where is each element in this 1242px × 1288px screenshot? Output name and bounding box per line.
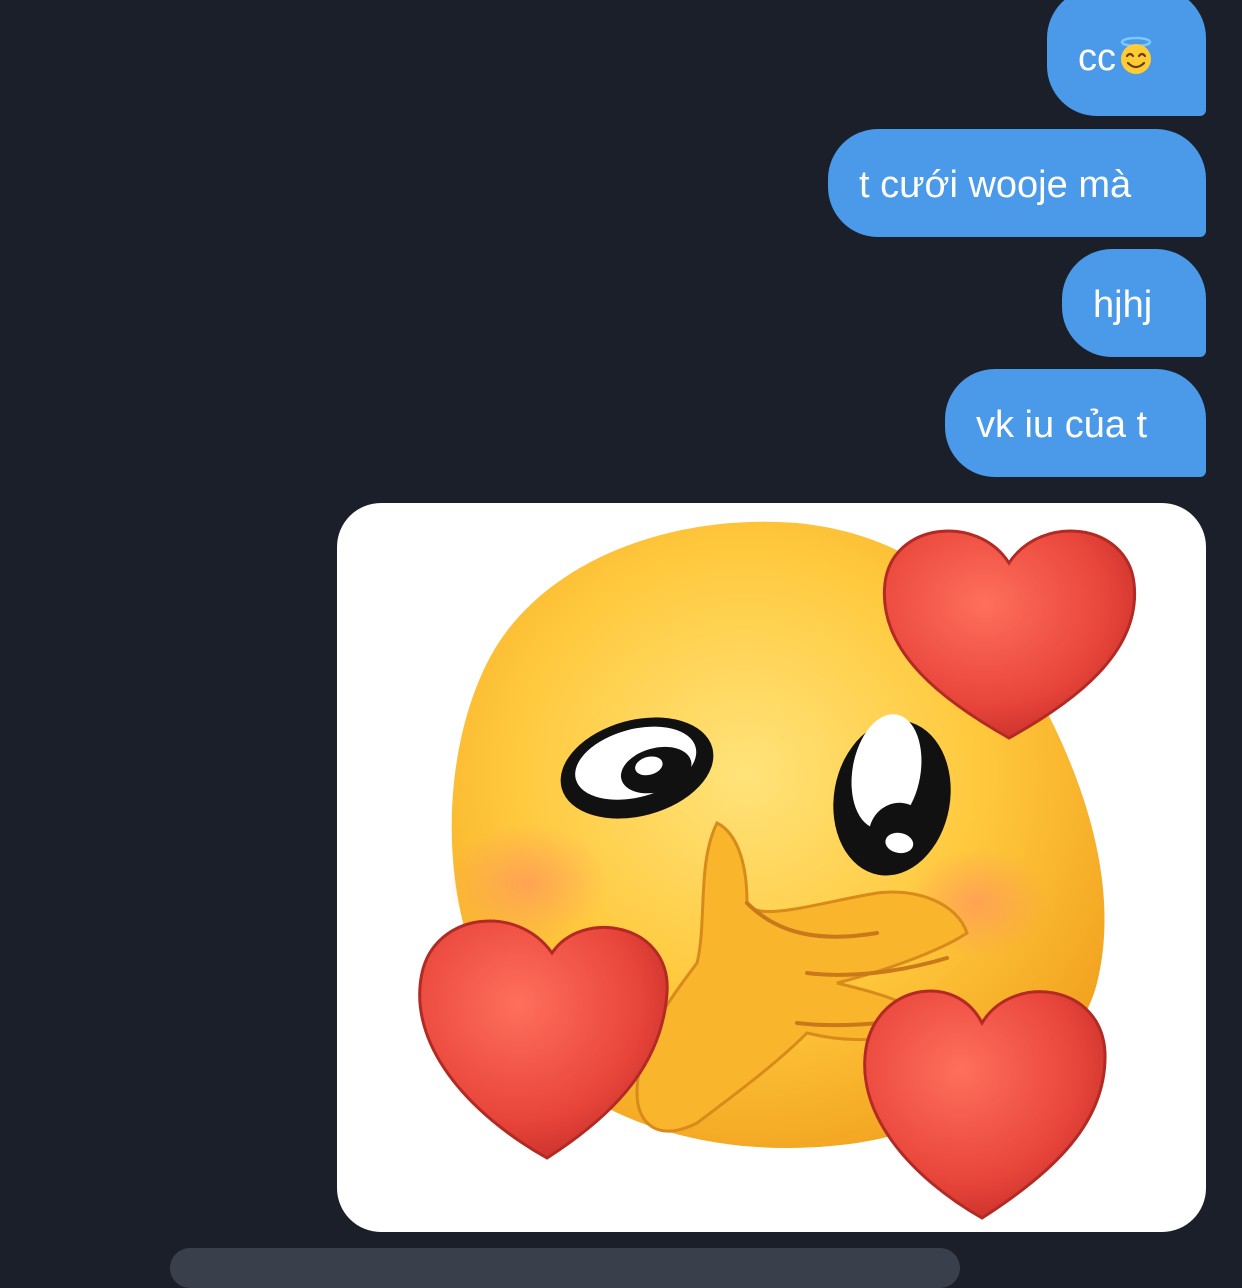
chat-thread: cc t cưới wooje mà hjhj vk iu của t	[0, 0, 1242, 1288]
sent-message-bubble[interactable]: cc	[1047, 0, 1206, 116]
pleading-emoji-with-hearts-image	[418, 521, 1137, 1220]
smiling-face-with-halo-icon	[1120, 36, 1152, 74]
sent-message-bubble[interactable]: hjhj	[1062, 249, 1206, 357]
message-text: vk iu của t	[976, 404, 1148, 446]
sent-message-bubble[interactable]: t cưới wooje mà	[828, 129, 1206, 237]
message-input-edge[interactable]	[170, 1248, 960, 1288]
message-text: cc	[1078, 37, 1116, 79]
image-message[interactable]	[337, 503, 1206, 1232]
message-text: hjhj	[1093, 284, 1153, 326]
sent-message-bubble[interactable]: vk iu của t	[945, 369, 1206, 477]
message-text: t cưới wooje mà	[859, 164, 1132, 206]
